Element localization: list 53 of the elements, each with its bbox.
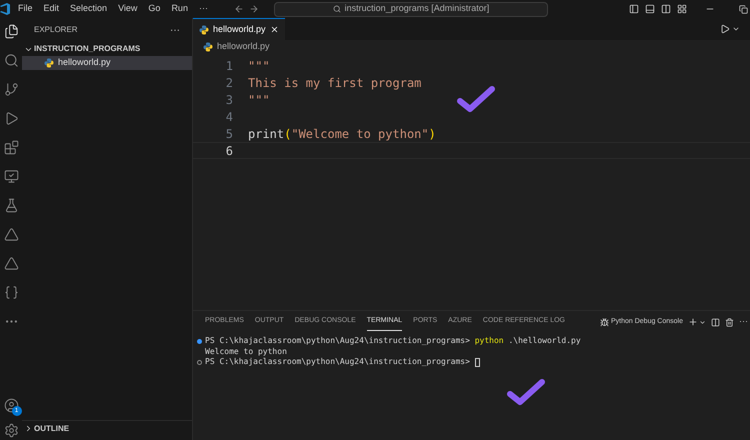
run-icon[interactable] [720,24,730,34]
menu-item[interactable]: ··· [198,2,208,16]
command-search-field[interactable]: instruction_programs [Administrator] [274,2,548,16]
menu-item[interactable]: Selection [70,2,108,16]
restore-icon[interactable] [739,4,748,14]
more-actions-button[interactable]: ··· [170,22,180,38]
line-number: 1 [224,58,233,74]
check-mark-icon [455,84,497,114]
toggle-sidebar-icon[interactable] [629,4,639,14]
toggle-secondary-sidebar-icon[interactable] [661,4,671,14]
section-header[interactable]: OUTLINE [22,420,192,436]
terminal-line: PS C:\khajaclassroom\python\Aug24\instruction_programs> python .\helloworld.py [205,336,581,346]
editor-logo-icon [0,3,10,15]
check-mark-icon [505,377,547,407]
customize-layout-icon[interactable] [677,4,687,14]
folder-item[interactable]: INSTRUCTION_PROGRAMS [22,42,192,56]
bug-icon [600,318,609,326]
menu-item[interactable]: File [18,2,33,16]
toggle-panel-icon[interactable] [645,4,655,14]
editor-tab[interactable]: helloworld.py [193,18,285,40]
sidebar-title: EXPLORER [34,24,78,36]
menu-item[interactable]: Edit [44,2,60,16]
menu-item[interactable]: View [118,2,138,16]
python-file-icon [199,24,209,34]
settings-icon[interactable] [4,423,18,438]
terminal-line: PS C:\khajaclassroom\python\Aug24\instruction_programs> [205,357,471,368]
search-icon [332,5,341,13]
account-icon[interactable] [4,398,18,413]
new-terminal-icon[interactable] [688,317,698,327]
menu-item[interactable]: Go [148,2,160,16]
chevron-icon[interactable] [732,25,740,33]
split-terminal-icon[interactable] [711,318,720,326]
menu-item[interactable]: Run [171,2,188,16]
python-file-icon [44,58,54,68]
code-line: """ [248,58,270,74]
line-number: 5 [224,126,233,142]
code-line: print("Welcome to python") [248,126,436,142]
line-number: 2 [224,74,233,92]
back-arrow-icon[interactable] [234,4,244,14]
line-number: 6 [224,142,233,160]
terminal-line: Welcome to python [205,346,287,357]
line-number: 3 [224,92,233,108]
code-line: This is my first program [248,74,422,92]
line-number: 4 [224,108,233,126]
breadcrumb[interactable]: helloworld.py [217,40,270,54]
explorer-entry[interactable]: helloworld.py [22,56,192,70]
close-icon[interactable] [270,25,279,34]
python-file-icon [203,42,213,52]
trash-icon[interactable] [725,318,734,326]
more-actions-button[interactable]: ··· [739,315,748,329]
chevron-icon[interactable] [699,318,706,326]
forward-arrow-icon[interactable] [248,4,259,14]
code-line: """ [248,92,270,108]
